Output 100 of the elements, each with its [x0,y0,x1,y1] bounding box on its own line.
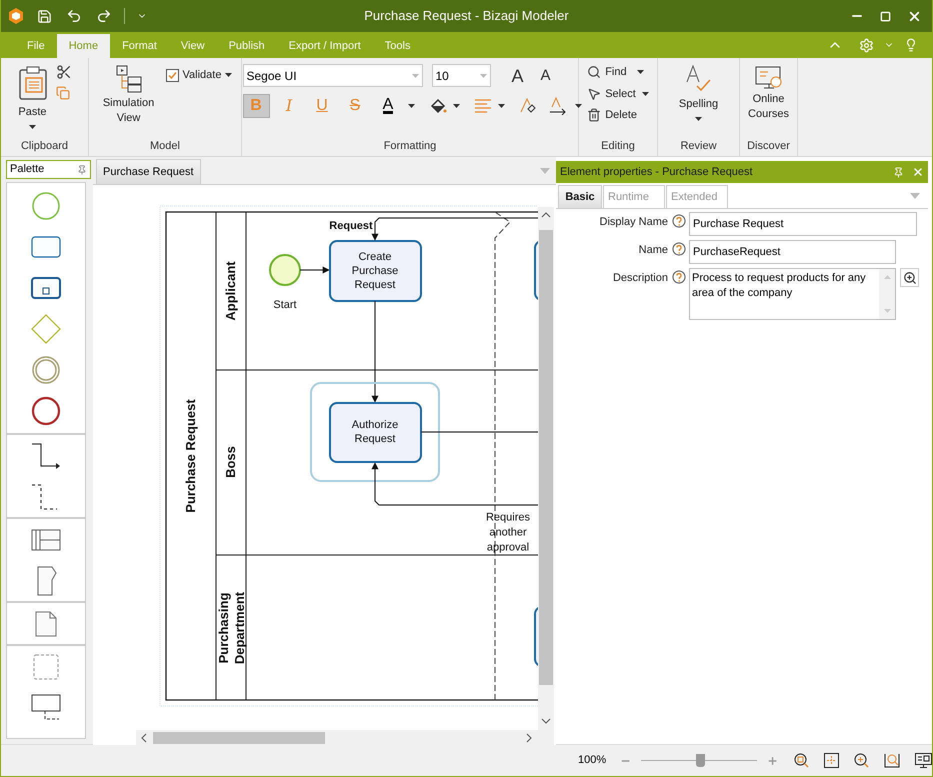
start-event-icon[interactable] [31,190,61,220]
horizontal-scrollbar[interactable] [136,730,554,745]
save-icon[interactable] [37,8,52,24]
help-icon[interactable] [672,270,686,284]
caret-icon[interactable] [225,73,232,77]
text-field[interactable]: PurchaseRequest [689,240,896,264]
vertical-scrollbar[interactable] [538,206,554,730]
lane-label: Boss [224,445,238,480]
clipboard-icon [18,66,48,100]
pin-icon[interactable] [893,166,904,178]
help-icon[interactable] [672,242,686,256]
help-icon[interactable] [672,214,686,228]
intermediate-event-icon[interactable] [31,354,61,384]
text-direction-icon[interactable] [548,97,568,115]
maximize-icon[interactable] [880,10,891,22]
task-shape[interactable] [329,240,422,302]
app-logo-icon [7,7,25,25]
end-event-icon[interactable] [31,396,61,426]
zoom-editor-button[interactable] [900,268,919,287]
search-icon [587,65,602,80]
panel-title: Element properties - Purchase Request [560,164,753,180]
eraser-icon[interactable] [518,98,536,114]
font-size-dropdown[interactable]: 10 [432,64,490,87]
sequence-flow[interactable] [372,217,538,241]
caret-icon[interactable] [642,92,649,96]
pin-icon[interactable] [77,164,87,174]
fill-bucket-icon[interactable] [428,97,446,115]
caret-icon[interactable] [452,104,460,108]
online-courses-button[interactable]: Online Courses [744,64,794,122]
sequence-flow[interactable] [372,300,378,403]
shrink-font-button[interactable]: A [540,66,551,86]
ribbon-group-label: Discover [746,138,791,154]
sequence-flow[interactable] [300,266,330,274]
trash-icon [587,108,602,122]
undo-icon[interactable] [66,8,82,24]
start-event-label: Start [272,298,298,312]
sequence-flow[interactable] [372,462,538,506]
ribbon-group-label: Review [679,138,718,154]
caret-icon[interactable] [694,116,702,120]
paste-button[interactable]: Paste [18,64,48,128]
ribbon-group-label: Clipboard [20,138,70,154]
caret-icon[interactable] [29,124,36,128]
sequence-flow-icon[interactable] [31,442,61,470]
select-button[interactable]: Select [587,86,649,102]
flow-label: Request [328,218,374,233]
lightbulb-icon[interactable] [904,38,918,52]
caret-icon[interactable] [408,104,414,108]
caret-icon[interactable] [574,104,582,108]
field-label: Name [638,243,668,258]
grow-font-button[interactable]: A [512,66,524,86]
lane-label: Applicant [224,260,238,323]
pool-icon[interactable] [31,528,61,550]
annotation-icon[interactable] [31,694,61,722]
simulation-view-button[interactable]: Simulation View [98,64,160,126]
simulation-icon [114,64,144,94]
text-field[interactable]: Purchase Request [689,212,917,236]
caret-icon[interactable] [636,70,644,74]
pointer-icon [587,86,602,101]
task-shape[interactable] [329,402,422,463]
ribbon-group-label: Model [149,138,181,154]
properties-tab[interactable]: Basic [558,185,602,208]
find-button[interactable]: Find [587,64,649,80]
cut-icon[interactable] [56,64,72,80]
zoom-in-icon [902,270,916,284]
ribbon-group-label: Editing [600,138,636,154]
palette-title: Palette [10,162,44,178]
close-icon[interactable] [912,166,924,178]
group-icon[interactable] [33,654,59,680]
document-tab[interactable]: Purchase Request [96,158,200,184]
description-field[interactable]: Process to request products for any area of the company [689,268,896,320]
task-label: Authorize Request [350,418,400,446]
subprocess-icon[interactable] [31,276,61,298]
window-title: Purchase Request - Bizagi Modeler [364,7,569,26]
document-icon[interactable] [34,610,58,636]
redo-icon[interactable] [96,8,112,24]
validate-button[interactable]: Validate [166,66,232,84]
zoom-slider[interactable] [640,754,757,768]
zoom-level: 100% [578,753,608,768]
pool-label: Purchase Request [184,398,198,515]
settings-icon[interactable] [859,38,874,52]
zoom-slider-thumb[interactable] [696,754,706,767]
checkbox-check-icon [166,68,179,82]
field-label: Display Name [600,215,668,230]
caret-icon[interactable] [498,104,504,108]
presentation-icon[interactable] [915,753,932,768]
start-event[interactable] [269,254,301,286]
lane-label: Purchasing Department [216,590,248,666]
task-icon[interactable] [31,236,61,258]
zoom-in-icon[interactable] [854,753,869,768]
phase-icon[interactable] [35,566,57,596]
font-family-dropdown[interactable]: Segoe UI [242,64,422,87]
field-label: Description [612,271,668,286]
spelling-button[interactable]: Spelling [678,64,718,120]
text-style-button[interactable]: A [374,94,402,118]
task-label: Create Purchase Request [350,250,400,292]
delete-button[interactable]: Delete [587,107,649,124]
center-view-icon[interactable] [824,753,839,768]
zoom-area-icon[interactable] [884,753,900,768]
fit-page-icon[interactable] [794,753,809,768]
ribbon-group-label: Formatting [382,138,438,154]
